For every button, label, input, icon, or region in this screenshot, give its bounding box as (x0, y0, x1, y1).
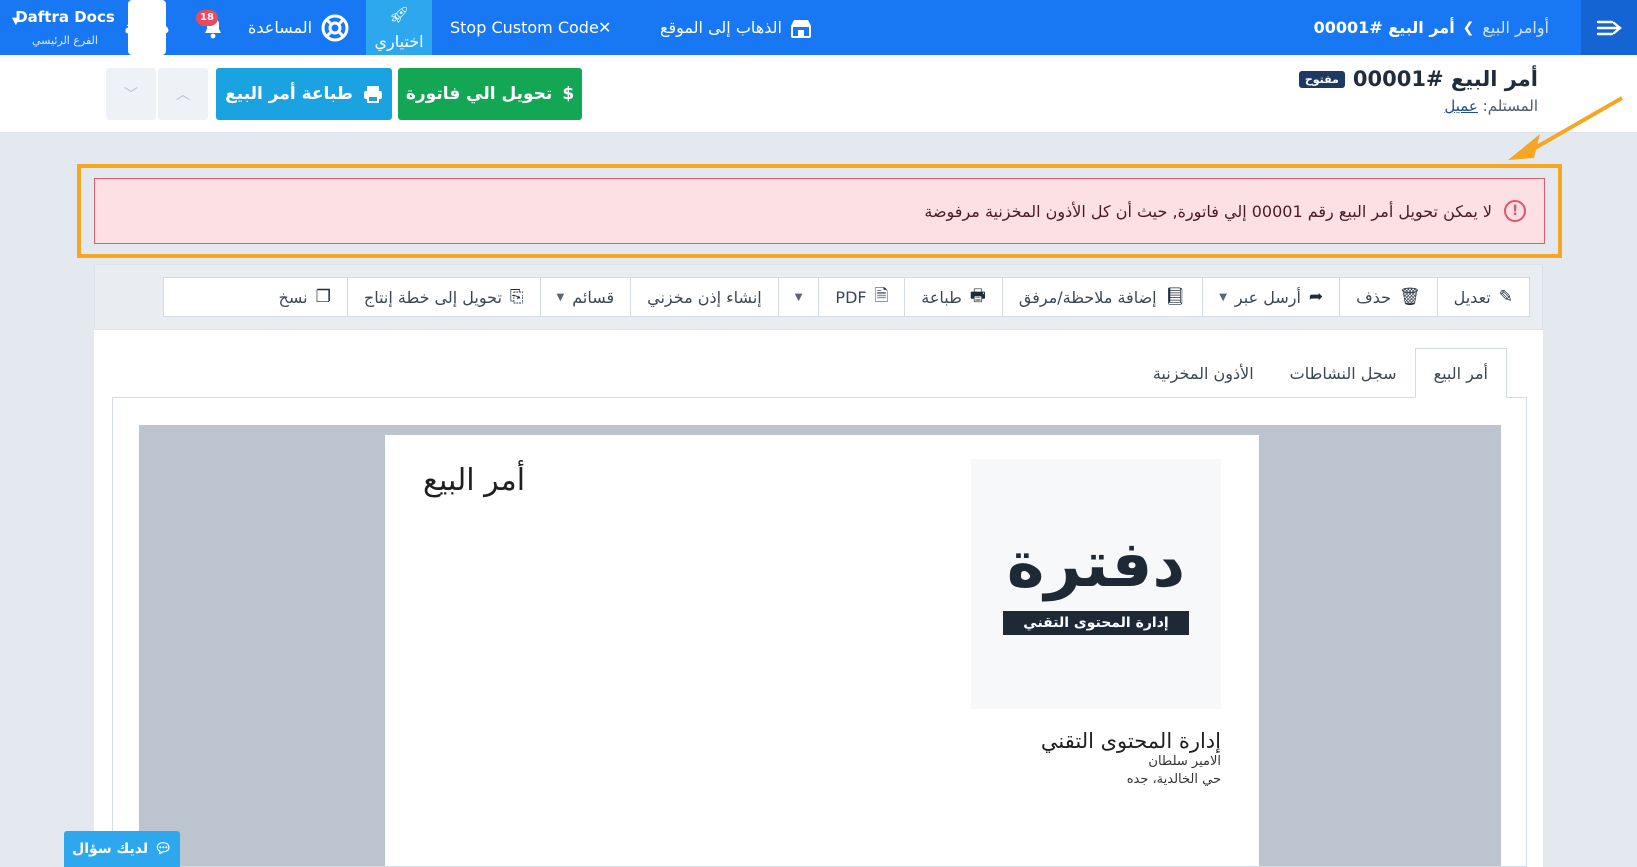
caret-down-icon: ▼ (1219, 291, 1227, 303)
alert-message: لا يمكن تحويل أمر البيع رقم 00001 إلي فا… (924, 201, 1492, 221)
content-card: أمر البيع سجل النشاطات الأذون المخزنية أ… (94, 330, 1543, 867)
copy-icon: ❐ (315, 287, 331, 307)
company-info: إدارة المحتوى التقني الامير سلطان حي الخ… (1041, 729, 1221, 789)
dollar-icon: $ (562, 84, 575, 104)
page-title-row: أمر البيع #00001 مفتوح (1298, 67, 1538, 91)
lists-label: قسائم (572, 287, 615, 307)
caret-down-icon: ▼ (794, 291, 803, 303)
trash-icon: 🗑︎ (1399, 287, 1421, 307)
address-line-2: حي الخالدية، جده (1126, 772, 1221, 787)
notifications-button[interactable]: 18 (196, 0, 230, 55)
actions-toolbar-container: ✎ تعديل 🗑︎ حذف ➦ أرسل عبر ▼ 📘︎ إضافة ملاحظة/م… (94, 264, 1543, 330)
add-note-button[interactable]: 📘︎ إضافة ملاحظة/مرفق (1001, 278, 1202, 316)
convert-production-button[interactable]: ⎘ تحويل إلى خطة إنتاج (346, 278, 540, 316)
tab-sales-order[interactable]: أمر البيع (1414, 348, 1507, 398)
annotation-arrow-icon (1508, 96, 1623, 160)
account-menu[interactable]: Daftra Docs الفرع الرئيسي ▼ (12, 0, 118, 55)
print-order-label: طباعة أمر البيع (225, 84, 353, 104)
rocket-icon: 🚀︎ (388, 4, 410, 24)
tab-stock-permits[interactable]: الأذون المخزنية (1135, 348, 1272, 398)
tab-bar: أمر البيع سجل النشاطات الأذون المخزنية (1135, 348, 1507, 398)
copy-label: نسخ (278, 287, 308, 307)
breadcrumb-current: أمر البيع #00001 (1313, 18, 1455, 37)
copy-button[interactable]: ❐ نسخ (263, 278, 347, 316)
company-name: إدارة المحتوى التقني (1040, 729, 1221, 753)
status-badge: مفتوح (1298, 70, 1345, 88)
convert-production-label: تحويل إلى خطة إنتاج (363, 287, 502, 307)
help-link[interactable]: المساعدة (248, 0, 350, 55)
try-label: اختياري (374, 31, 424, 51)
alert-circle-icon: ! (1504, 200, 1526, 222)
send-via-label: أرسل عبر (1234, 287, 1301, 307)
logo-wordmark: دفترة (1006, 528, 1186, 602)
pdf-file-icon: 🗎︎ (874, 285, 889, 306)
more-dropdown-button[interactable]: ▼ (777, 278, 819, 316)
pdf-button[interactable]: 🗎︎ PDF (818, 278, 904, 316)
edit-button[interactable]: ✎ تعديل (1436, 278, 1529, 316)
recipient-link[interactable]: عميل (1444, 97, 1478, 115)
ask-question-button[interactable]: 💬︎ لديك سؤال (64, 831, 180, 867)
share-icon: ➦ (1308, 287, 1324, 307)
close-icon[interactable]: ✕ (598, 0, 611, 55)
chevron-left-icon: ❯ (1462, 19, 1475, 36)
next-record-button[interactable]: ﹀ (106, 68, 156, 120)
chevron-up-icon: ︿ (176, 87, 190, 103)
convert-to-invoice-label: تحويل الي فاتورة (405, 84, 553, 104)
breadcrumb-parent[interactable]: أوامر البيع (1482, 18, 1549, 37)
tab-panel: أمر البيع دفترة إدارة المحتوى التقني إدا… (112, 397, 1527, 867)
document-logo: دفترة إدارة المحتوى التقني (971, 459, 1221, 709)
page-title: أمر البيع #00001 (1352, 67, 1538, 91)
convert-file-icon: ⎘ (509, 287, 524, 307)
help-label: المساعدة (248, 18, 313, 37)
add-note-label: إضافة ملاحظة/مرفق (1018, 287, 1157, 307)
branch-name: الفرع الرئيسي (32, 34, 98, 47)
book-icon: 📘︎ (1164, 287, 1187, 307)
pencil-icon: ✎ (1498, 287, 1513, 307)
printer-icon: 🖶︎ (969, 285, 986, 306)
pdf-label: PDF (835, 287, 867, 307)
store-icon (790, 19, 811, 38)
lists-dropdown[interactable]: قسائم ▼ (539, 278, 631, 316)
delete-button[interactable]: 🗑︎ حذف (1339, 278, 1436, 316)
breadcrumb: أوامر البيع ❯ أمر البيع #00001 (1314, 0, 1549, 55)
ask-question-label: لديك سؤال (72, 841, 149, 857)
caret-down-icon: ▼ (12, 16, 20, 27)
account-name: Daftra Docs (15, 8, 115, 26)
edit-label: تعديل (1453, 287, 1491, 307)
tab-activity-log[interactable]: سجل النشاطات (1272, 348, 1415, 398)
printer-icon (363, 86, 382, 103)
lifebuoy-icon (321, 14, 349, 41)
chat-icon: 💬︎ (154, 841, 172, 857)
actions-toolbar: ✎ تعديل 🗑︎ حذف ➦ أرسل عبر ▼ 📘︎ إضافة ملاحظة/م… (163, 277, 1530, 317)
document-title: أمر البيع (423, 463, 526, 498)
print-label: طباعة (921, 287, 962, 307)
menu-arrow-icon (1596, 20, 1622, 35)
notifications-badge: 18 (196, 10, 218, 26)
previous-record-button[interactable]: ︿ (158, 68, 208, 120)
document-page: أمر البيع دفترة إدارة المحتوى التقني إدا… (385, 435, 1259, 866)
top-nav: أوامر البيع ❯ أمر البيع #00001 الذهاب إل… (0, 0, 1637, 55)
go-to-site-label: الذهاب إلى الموقع (660, 18, 782, 37)
address-line-1: الامير سلطان (1148, 754, 1221, 769)
delete-label: حذف (1356, 287, 1392, 307)
error-alert: ! لا يمكن تحويل أمر البيع رقم 00001 إلي … (94, 178, 1545, 244)
company-logo[interactable]: دفترة (125, 0, 169, 55)
create-stock-permit-button[interactable]: إنشاء إذن مخزني (630, 278, 778, 316)
menu-toggle-button[interactable] (1581, 0, 1637, 55)
print-order-button[interactable]: طباعة أمر البيع (216, 68, 392, 120)
go-to-site-link[interactable]: الذهاب إلى الموقع (660, 0, 812, 55)
chevron-down-icon: ﹀ (124, 87, 138, 103)
caret-down-icon: ▼ (556, 291, 565, 303)
send-via-dropdown[interactable]: ➦ أرسل عبر ▼ (1202, 278, 1339, 316)
try-button[interactable]: 🚀︎ اختياري (366, 0, 432, 55)
document-preview-area: أمر البيع دفترة إدارة المحتوى التقني إدا… (139, 425, 1501, 866)
convert-to-invoice-button[interactable]: $ تحويل الي فاتورة (398, 68, 582, 120)
stop-custom-code-link[interactable]: Stop Custom Code (450, 0, 599, 55)
print-button[interactable]: 🖶︎ طباعة (904, 278, 1002, 316)
logo-tagline: إدارة المحتوى التقني (1003, 611, 1189, 635)
create-stock-permit-label: إنشاء إذن مخزني (647, 287, 762, 307)
